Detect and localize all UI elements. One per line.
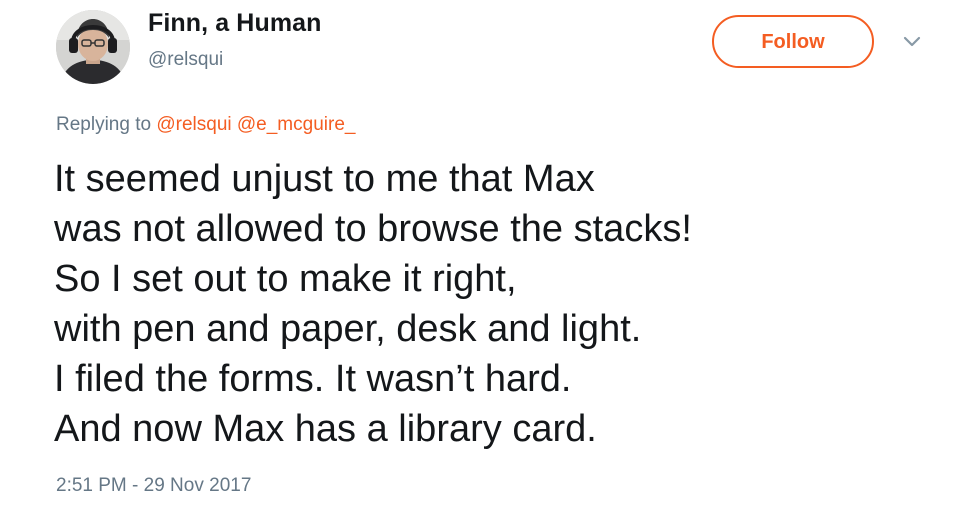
tweet-card: Finn, a Human @relsqui Follow Replying t… [0, 0, 980, 513]
tweet-text-line: was not allowed to browse the stacks! [54, 208, 692, 250]
follow-button[interactable]: Follow [712, 15, 874, 68]
replying-to-label: Replying to [56, 114, 152, 135]
tweet-text-line: with pen and paper, desk and light. [54, 308, 642, 350]
display-name[interactable]: Finn, a Human [148, 9, 322, 38]
avatar[interactable] [56, 10, 130, 84]
tweet-text: It seemed unjust to me that Max was not … [54, 154, 954, 454]
mention-link[interactable]: @e_mcguire_ [237, 114, 356, 135]
chevron-down-icon[interactable] [900, 33, 924, 51]
user-handle[interactable]: @relsqui [148, 49, 223, 71]
avatar-image [56, 10, 130, 84]
tweet-text-line: I filed the forms. It wasn’t hard. [54, 358, 572, 400]
tweet-timestamp[interactable]: 2:51 PM - 29 Nov 2017 [56, 475, 251, 497]
tweet-text-line: So I set out to make it right, [54, 258, 517, 300]
replying-to: Replying to @relsqui @e_mcguire_ [56, 114, 355, 136]
tweet-text-line: It seemed unjust to me that Max [54, 158, 595, 200]
tweet-text-line: And now Max has a library card. [54, 408, 597, 450]
mention-link[interactable]: @relsqui [156, 114, 231, 135]
